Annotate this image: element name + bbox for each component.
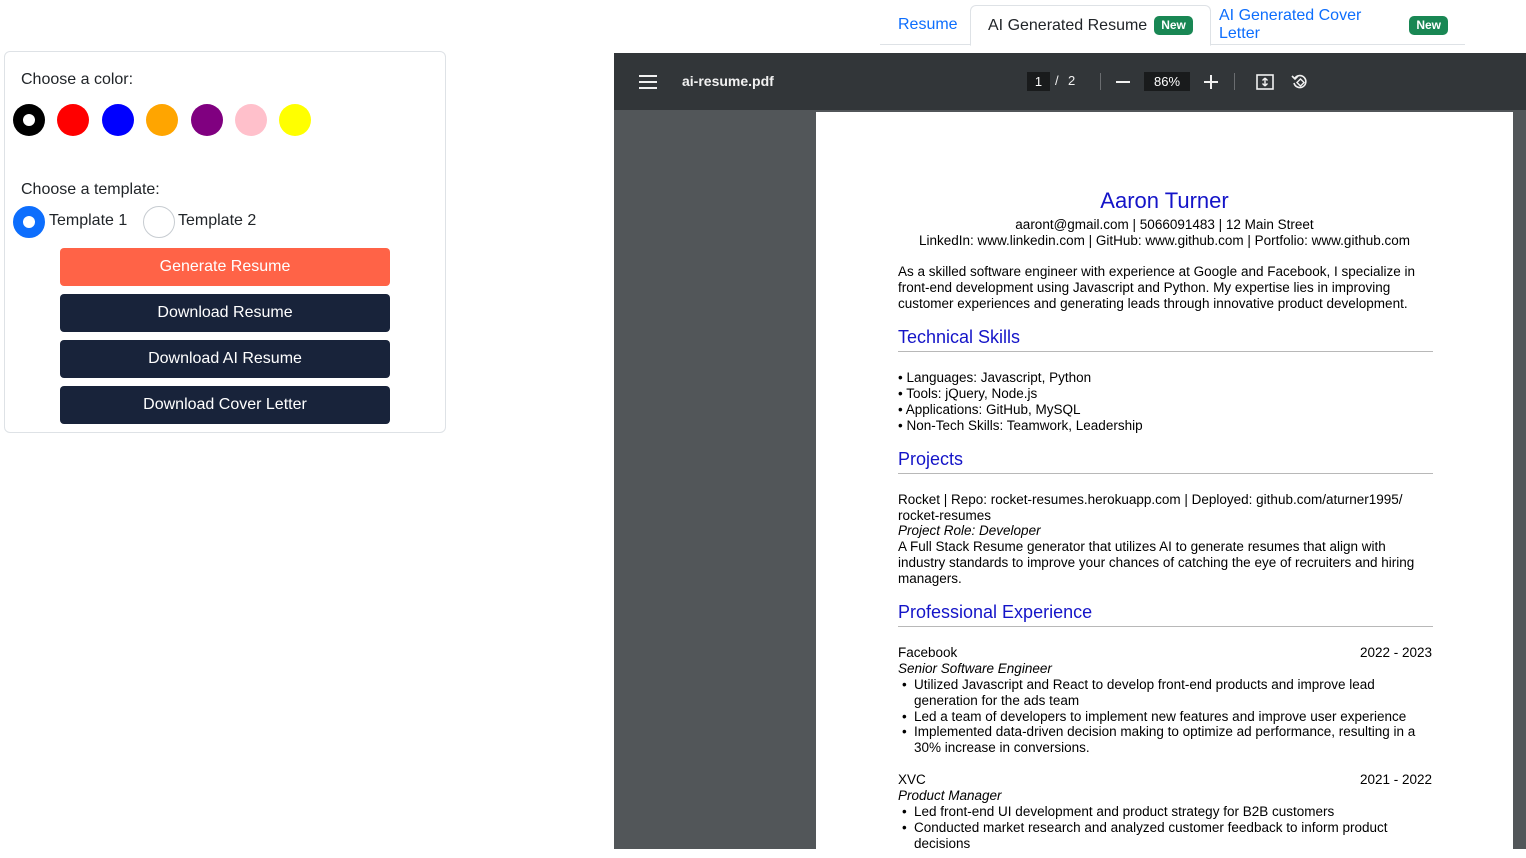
fit-page-icon[interactable]: [1254, 71, 1276, 93]
color-swatch-red[interactable]: [57, 104, 89, 136]
job-bullet: Led front-end UI development and product…: [914, 804, 1335, 819]
color-swatch-purple[interactable]: [191, 104, 223, 136]
summary-line: customer experiences and generating lead…: [898, 296, 1408, 311]
template-1-label[interactable]: Template 1: [49, 212, 127, 230]
bullet-icon: •: [902, 709, 907, 724]
job-bullet: decisions: [914, 836, 971, 849]
section-heading: Projects: [898, 449, 964, 469]
job-bullet: Conducted market research and analyzed c…: [914, 820, 1388, 835]
job-bullet: Implemented data-driven decision making …: [914, 724, 1416, 739]
contact-line: LinkedIn: www.linkedin.com | GitHub: www…: [919, 233, 1410, 248]
contact-line: aaront@gmail.com | 5066091483 | 12 Main …: [1015, 217, 1314, 232]
bullet-icon: •: [902, 677, 907, 692]
skill-item: • Non-Tech Skills: Teamwork, Leadership: [898, 418, 1143, 433]
color-swatch-black[interactable]: [13, 104, 45, 136]
download-cover-letter-button[interactable]: Download Cover Letter: [60, 386, 390, 424]
toolbar-divider: [1234, 73, 1235, 90]
hamburger-icon[interactable]: [636, 71, 660, 93]
skill-item: • Applications: GitHub, MySQL: [898, 402, 1081, 417]
job-title: Product Manager: [898, 788, 1002, 803]
rotate-icon[interactable]: [1289, 71, 1311, 93]
skill-item: • Languages: Javascript, Python: [898, 370, 1092, 385]
pdf-viewer[interactable]: ai-resume.pdf 1 / 2 86% Aaron Turner aar…: [614, 53, 1526, 849]
bullet-icon: •: [902, 804, 907, 819]
tab-ai-generated-resume[interactable]: AI Generated Resume New: [970, 5, 1211, 46]
skill-item: • Tools: jQuery, Node.js: [898, 386, 1038, 401]
resume-name: Aaron Turner: [1100, 188, 1229, 213]
summary-line: front-end development using Javascript a…: [898, 280, 1391, 295]
color-swatch-blue[interactable]: [102, 104, 134, 136]
bullet-icon: •: [902, 724, 907, 739]
zoom-level-input[interactable]: 86%: [1144, 72, 1190, 91]
radio-dot: [23, 216, 35, 228]
project-description: A Full Stack Resume generator that utili…: [898, 539, 1386, 554]
job-bullet: Led a team of developers to implement ne…: [914, 709, 1407, 724]
template-label: Choose a template:: [21, 181, 160, 198]
generate-resume-button[interactable]: Generate Resume: [60, 248, 390, 286]
job-company: XVC: [898, 772, 926, 787]
summary-line: As a skilled software engineer with expe…: [898, 264, 1416, 279]
job-bullet: Utilized Javascript and React to develop…: [914, 677, 1375, 692]
page-number-input[interactable]: 1: [1027, 72, 1050, 91]
job-dates: 2022 - 2023: [1359, 645, 1432, 660]
job-bullet: 30% increase in conversions.: [914, 740, 1090, 755]
tab-resume[interactable]: Resume: [881, 5, 975, 45]
plus-icon[interactable]: [1201, 71, 1221, 93]
section-heading: Technical Skills: [898, 327, 1021, 347]
tab-label: AI Generated Cover Letter: [1219, 7, 1362, 42]
job-dates: 2021 - 2022: [1359, 772, 1432, 787]
project-line: Rocket | Repo: rocket-resumes.herokuapp.…: [898, 492, 1403, 507]
color-swatch-pink[interactable]: [235, 104, 267, 136]
job-title: Senior Software Engineer: [898, 661, 1052, 676]
project-description: managers.: [898, 571, 962, 586]
color-swatch-orange[interactable]: [146, 104, 178, 136]
page-separator: /: [1055, 73, 1059, 88]
tab-label: AI Generated Resume: [988, 16, 1148, 34]
selected-indicator: [23, 114, 35, 126]
project-role: Project Role: Developer: [898, 523, 1041, 538]
section-divider: [898, 351, 1433, 352]
tab-label: Resume: [898, 16, 958, 33]
toolbar-divider: [1100, 73, 1101, 90]
template-1-radio[interactable]: [13, 206, 45, 238]
new-badge: New: [1409, 15, 1448, 35]
project-description: industry standards to improve your chanc…: [898, 555, 1415, 570]
section-heading: Professional Experience: [898, 602, 1093, 622]
tab-bar: Resume AI Generated Resume New AI Genera…: [880, 0, 1465, 46]
section-divider: [898, 473, 1433, 474]
download-ai-resume-button[interactable]: Download AI Resume: [60, 340, 390, 378]
pdf-filename: ai-resume.pdf: [682, 73, 774, 89]
job-bullet: generation for the ads team: [914, 693, 1080, 708]
tab-ai-generated-cover-letter[interactable]: AI Generated Cover Letter New: [1202, 5, 1465, 45]
new-badge: New: [1154, 16, 1193, 35]
project-line: rocket-resumes: [898, 508, 992, 523]
template-2-radio[interactable]: [143, 206, 175, 238]
pdf-toolbar: ai-resume.pdf 1 / 2 86%: [614, 53, 1526, 110]
color-label: Choose a color:: [21, 71, 134, 88]
color-swatch-yellow[interactable]: [279, 104, 311, 136]
minus-icon[interactable]: [1113, 71, 1133, 93]
job-company: Facebook: [898, 645, 958, 660]
total-pages: 2: [1068, 73, 1076, 88]
bullet-icon: •: [902, 820, 907, 835]
section-divider: [898, 626, 1433, 627]
download-resume-button[interactable]: Download Resume: [60, 294, 390, 332]
pdf-page: Aaron Turner aaront@gmail.com | 50660914…: [816, 112, 1513, 849]
template-2-label[interactable]: Template 2: [178, 212, 256, 230]
